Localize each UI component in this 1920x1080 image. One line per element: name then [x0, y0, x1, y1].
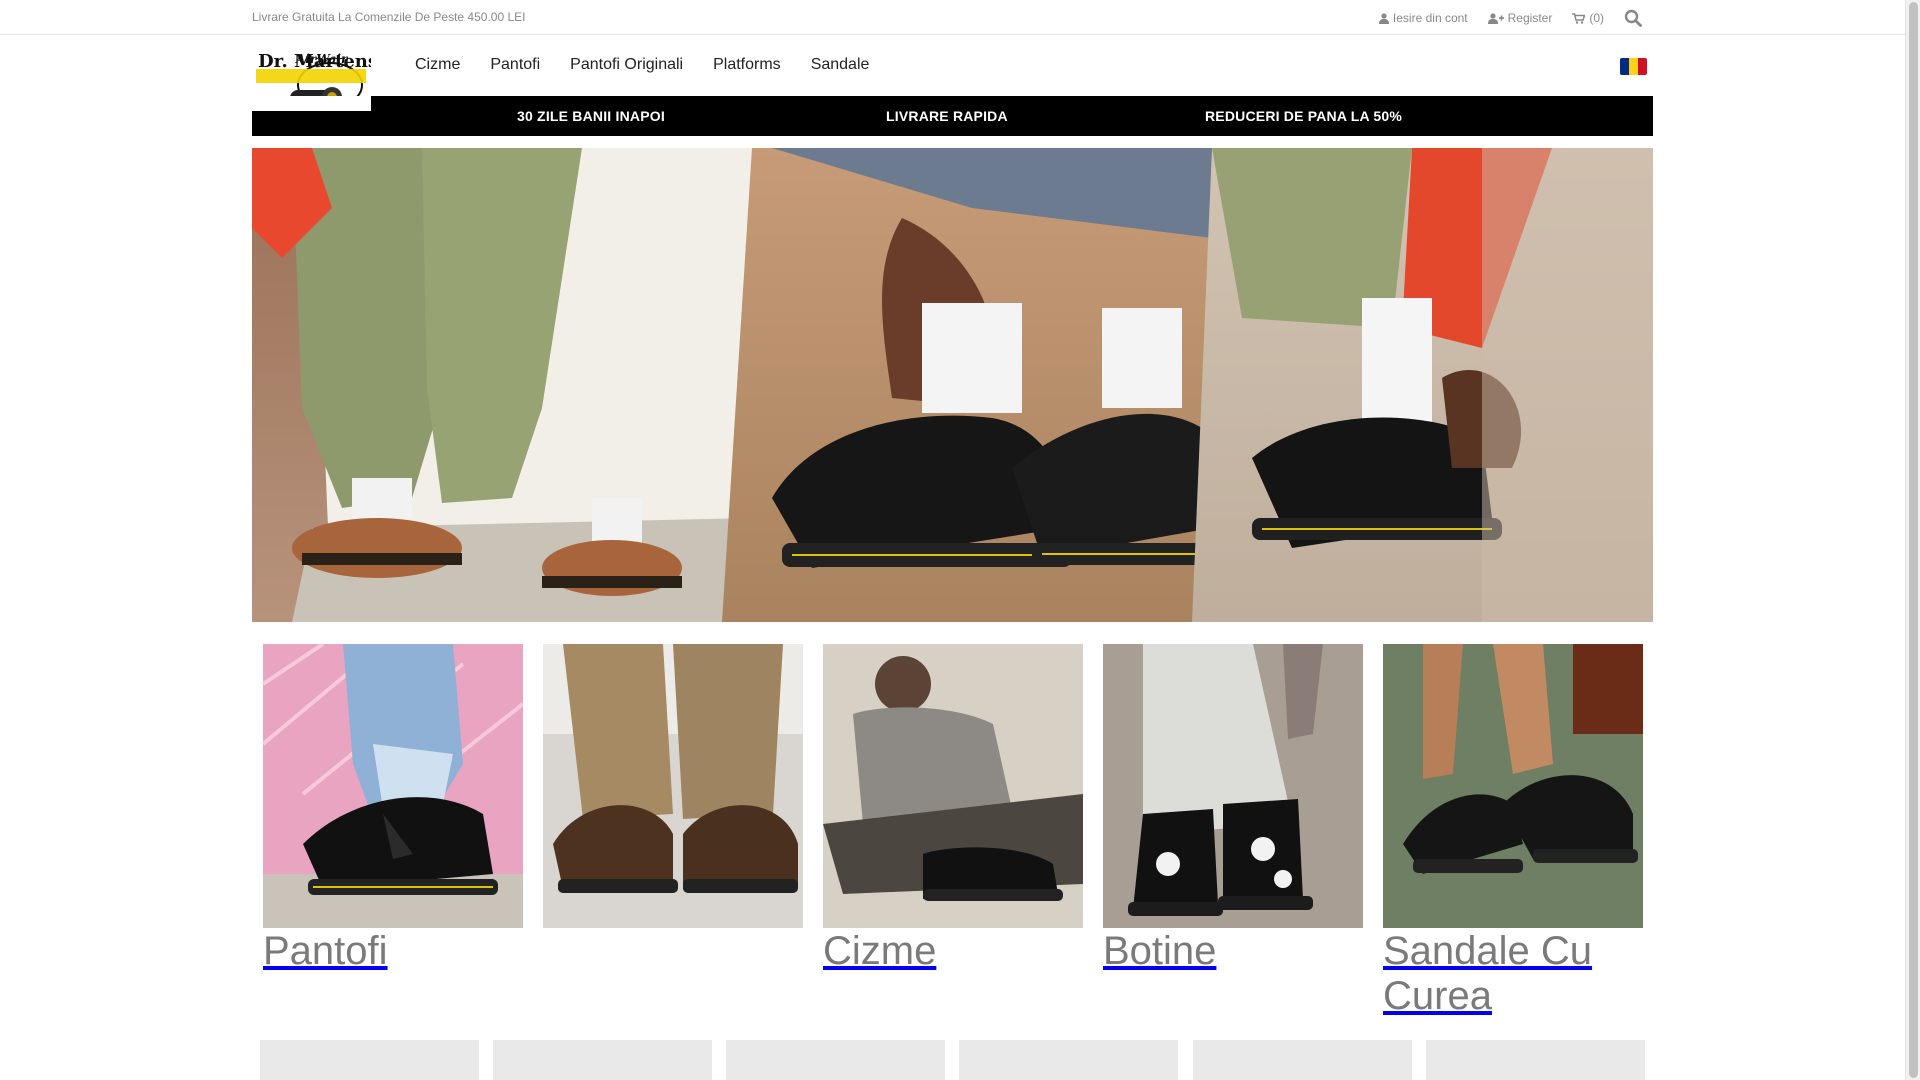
category-tile-cizme[interactable]: Cizme	[823, 644, 1083, 974]
cart-icon	[1572, 12, 1586, 24]
language-flag-icon[interactable]	[1620, 58, 1647, 75]
user-icon	[1378, 12, 1389, 24]
register-label: Register	[1507, 11, 1553, 25]
benefit-discounts: REDUCERI DE PANA LA 50%	[1205, 108, 1402, 124]
logo-airwair-text: AirWair	[295, 52, 349, 66]
category-tile-sandale[interactable]: Sandale Cu Curea	[1383, 644, 1643, 1019]
benefit-fast-delivery: LIVRARE RAPIDA	[886, 108, 1008, 124]
account-links: Iesire din cont Register (0)	[1378, 9, 1642, 27]
product-placeholder	[493, 1040, 712, 1080]
category-label-sandale: Sandale Cu Curea	[1383, 929, 1593, 1018]
category-label-botine: Botine	[1103, 929, 1217, 973]
flag-stripe-red	[1638, 58, 1647, 75]
flag-stripe-yellow	[1629, 58, 1638, 75]
logout-link[interactable]: Iesire din cont	[1378, 11, 1468, 25]
hero-loafers-image	[252, 148, 1653, 622]
category-image-sandale	[1383, 644, 1643, 928]
category-tile-botine[interactable]: Botine	[1103, 644, 1363, 974]
nav-item-pantofi[interactable]: Pantofi	[490, 56, 540, 74]
cart-link[interactable]: (0)	[1572, 11, 1604, 25]
category-image-cizme	[823, 644, 1083, 928]
search-icon	[1624, 9, 1642, 27]
hero-banner[interactable]	[252, 148, 1653, 622]
category-tile-pantofi[interactable]: Pantofi	[263, 644, 523, 974]
cart-count: (0)	[1589, 11, 1604, 25]
logout-label: Iesire din cont	[1392, 11, 1468, 25]
product-placeholder	[1193, 1040, 1412, 1080]
category-label-cizme: Cizme	[823, 929, 937, 973]
nav-item-pantofi-originali[interactable]: Pantofi Originali	[570, 56, 683, 74]
product-placeholder	[726, 1040, 945, 1080]
nav-item-sandale[interactable]: Sandale	[811, 56, 870, 74]
register-link[interactable]: Register	[1487, 11, 1553, 25]
user-plus-icon	[1487, 12, 1504, 24]
category-tile-lace-shoes[interactable]	[543, 644, 803, 929]
category-label-pantofi: Pantofi	[263, 929, 388, 973]
free-shipping-promo: Livrare Gratuita La Comenzile De Peste 4…	[252, 10, 526, 24]
benefits-strip: 30 ZILE BANII INAPOI LIVRARE RAPIDA REDU…	[252, 96, 1653, 136]
scrollbar-thumb[interactable]	[1909, 2, 1918, 1078]
flag-stripe-blue	[1620, 58, 1629, 75]
page-scrollbar[interactable]	[1905, 0, 1920, 1080]
nav-item-platforms[interactable]: Platforms	[713, 56, 781, 74]
product-placeholder	[959, 1040, 1178, 1080]
logo-backdrop	[252, 96, 371, 111]
product-placeholder	[1426, 1040, 1645, 1080]
nav-item-cizme[interactable]: Cizme	[415, 56, 460, 74]
category-image-botine	[1103, 644, 1363, 928]
top-utility-bar: Livrare Gratuita La Comenzile De Peste 4…	[0, 0, 1905, 35]
product-placeholder	[260, 1040, 479, 1080]
main-navigation: Cizme Pantofi Pantofi Originali Platform…	[415, 56, 869, 74]
benefit-money-back: 30 ZILE BANII INAPOI	[517, 108, 665, 124]
category-image-lace-shoes	[543, 644, 803, 928]
category-image-pantofi	[263, 644, 523, 928]
search-button[interactable]	[1624, 9, 1642, 27]
